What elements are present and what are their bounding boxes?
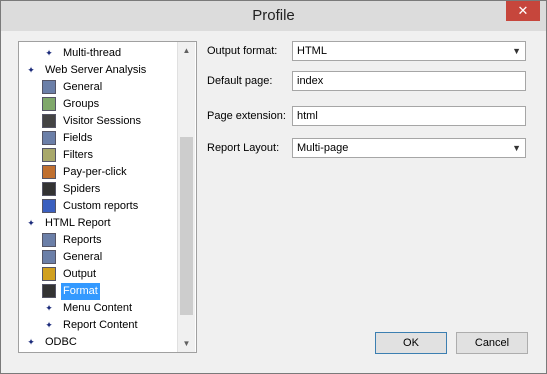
spider-icon (42, 182, 56, 196)
tree-item-label: HTML Report (45, 217, 111, 229)
report-layout-value: Multi-page (297, 142, 349, 154)
settings-tree[interactable]: ✦ Multi-thread ✦ Web Server Analysis General… (18, 41, 197, 353)
tree-item-label: Reports (63, 234, 102, 246)
tree-item-label: Filters (63, 149, 93, 161)
tree-item-label: Visitor Sessions (63, 115, 142, 127)
report-layout-select[interactable]: Multi-page ▼ (292, 138, 526, 158)
profile-window: Profile ✕ ✦ Multi-thread ✦ Web Server Analy… (0, 0, 547, 374)
page-extension-label: Page extension: (207, 110, 286, 122)
chevron-down-icon[interactable]: ▼ (512, 42, 521, 60)
tree-item-label: Multi-thread (63, 47, 122, 59)
tree-item-label: General (63, 251, 103, 263)
filters-icon (42, 148, 56, 162)
bullet-icon: ✦ (45, 320, 53, 330)
visitor-icon (42, 114, 56, 128)
output-format-label: Output format: (207, 45, 278, 57)
default-page-label: Default page: (207, 75, 273, 87)
scrollbar-thumb[interactable] (180, 137, 193, 315)
default-page-value: index (297, 75, 324, 87)
ok-button[interactable]: OK (375, 332, 447, 354)
output-icon (42, 267, 56, 281)
default-page-input[interactable]: index (292, 71, 526, 91)
page-extension-value: html (297, 110, 318, 122)
report-layout-label: Report Layout: (207, 142, 280, 154)
tree-item-label: Custom reports (63, 200, 139, 212)
scroll-up-arrow-icon[interactable]: ▲ (178, 42, 195, 59)
close-button[interactable]: ✕ (506, 1, 540, 21)
page-extension-input[interactable]: html (292, 106, 526, 126)
tree-item-label: Web Server Analysis (45, 64, 147, 76)
output-format-select[interactable]: HTML ▼ (292, 41, 526, 61)
cancel-button[interactable]: Cancel (456, 332, 528, 354)
dialog-body: ✦ Multi-thread ✦ Web Server Analysis General… (9, 31, 538, 365)
tree-item-label: Report Content (63, 319, 138, 331)
tree-item-label: Groups (63, 98, 100, 110)
tree-item-label: Fields (63, 132, 93, 144)
tree-item-label: Pay-per-click (63, 166, 127, 178)
format-icon (42, 284, 56, 298)
bullet-icon: ✦ (45, 48, 53, 58)
settings-icon (42, 80, 56, 94)
tree-item-label: Spiders (63, 183, 101, 195)
custom-reports-icon (42, 199, 56, 213)
bullet-icon: ✦ (27, 65, 35, 75)
settings-icon (42, 250, 56, 264)
tree-item-label: Menu Content (63, 302, 133, 314)
bullet-icon: ✦ (27, 337, 35, 347)
scroll-down-arrow-icon[interactable]: ▼ (178, 335, 195, 352)
tree-item-label: Output (63, 268, 97, 280)
tree-item-label: ODBC (45, 336, 77, 348)
window-title: Profile (252, 7, 295, 24)
title-bar[interactable]: Profile ✕ (1, 1, 546, 31)
tree-item-label: Format (61, 283, 100, 300)
groups-icon (42, 97, 56, 111)
output-format-value: HTML (297, 45, 327, 57)
tree-item-label: General (63, 81, 103, 93)
tree-scrollbar[interactable]: ▲ ▼ (177, 42, 195, 352)
pay-per-click-icon (42, 165, 56, 179)
reports-icon (42, 233, 56, 247)
fields-icon (42, 131, 56, 145)
bullet-icon: ✦ (45, 303, 53, 313)
chevron-down-icon[interactable]: ▼ (512, 139, 521, 157)
bullet-icon: ✦ (27, 218, 35, 228)
